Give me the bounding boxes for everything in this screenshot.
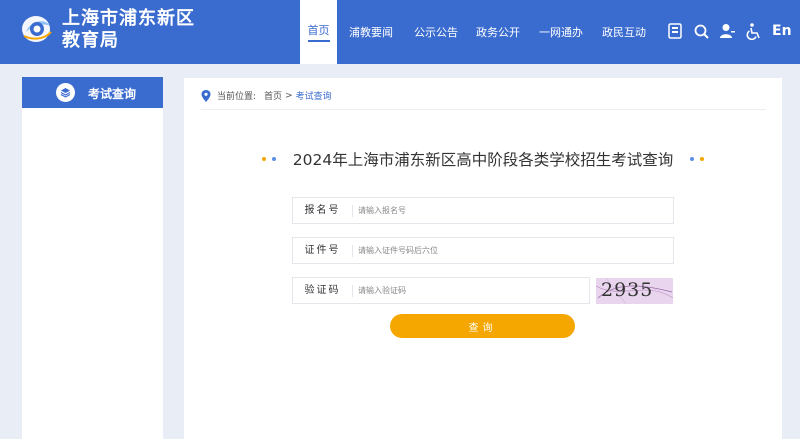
accessibility-icon[interactable]: [744, 20, 762, 42]
location-pin-icon: [201, 89, 211, 102]
title-dots-left: [259, 157, 279, 161]
breadcrumb-prefix: 当前位置:: [217, 92, 257, 102]
id-number-label: 证件号: [293, 244, 353, 257]
nav-interaction[interactable]: 政民互动: [593, 0, 655, 64]
title-dots-right: [687, 157, 707, 161]
nav-government-affairs[interactable]: 政务公开: [467, 0, 529, 64]
brand-line1: 上海市浦东新区: [62, 8, 195, 29]
layers-icon: [56, 83, 75, 102]
dot-orange: [261, 157, 266, 161]
dot-blue: [690, 157, 695, 161]
captcha-text: 2935: [601, 279, 654, 301]
nav-government-affairs-label: 政务公开: [476, 26, 520, 39]
barrier-free-icon[interactable]: [666, 20, 684, 42]
bureau-logo-icon[interactable]: [20, 10, 54, 44]
site-brand[interactable]: 上海市浦东新区 教育局: [62, 8, 195, 52]
nav-home-label: 首页: [307, 22, 330, 42]
dot-orange: [700, 157, 705, 161]
main-content: 当前位置: 首页 > 考试查询 2024年上海市浦东新区高中阶段各类学校招生考试…: [184, 78, 782, 439]
captcha-label: 验证码: [293, 284, 353, 297]
nav-home[interactable]: 首页: [300, 0, 337, 64]
sidebar-title: 考试查询: [88, 87, 137, 101]
registration-number-field: 报名号: [292, 197, 674, 224]
brand-line2: 教育局: [62, 30, 119, 51]
header-tools: En: [666, 20, 792, 42]
site-header: 上海市浦东新区 教育局 首页 浦教要闻 公示公告 政务公开 一网通办 政民互动 …: [0, 0, 800, 64]
registration-number-input[interactable]: [353, 198, 673, 223]
captcha-field: 验证码: [292, 277, 590, 304]
dot-blue: [271, 157, 276, 161]
breadcrumb-home[interactable]: 首页: [264, 89, 282, 102]
search-icon[interactable]: [692, 20, 710, 42]
captcha-input[interactable]: [353, 278, 589, 303]
nav-news[interactable]: 浦教要闻: [337, 0, 405, 64]
nav-announcements[interactable]: 公示公告: [405, 0, 467, 64]
user-icon[interactable]: [718, 20, 736, 42]
nav-one-stop-service[interactable]: 一网通办: [529, 0, 593, 64]
id-number-input[interactable]: [353, 238, 673, 263]
language-switch[interactable]: En: [772, 23, 792, 39]
nav-news-label: 浦教要闻: [349, 26, 393, 39]
breadcrumb-separator: >: [285, 90, 293, 101]
breadcrumb: 当前位置: 首页 > 考试查询: [201, 88, 766, 110]
sidebar: 考试查询: [22, 77, 163, 439]
page-title: 2024年上海市浦东新区高中阶段各类学校招生考试查询: [292, 151, 674, 169]
breadcrumb-current[interactable]: 考试查询: [296, 89, 332, 102]
nav-announcements-label: 公示公告: [414, 26, 458, 39]
title-row: 2024年上海市浦东新区高中阶段各类学校招生考试查询: [184, 148, 782, 170]
sidebar-item-exam-query[interactable]: 考试查询: [22, 77, 163, 108]
registration-number-label: 报名号: [293, 204, 353, 217]
query-button[interactable]: 查询: [390, 314, 575, 338]
nav-one-stop-service-label: 一网通办: [539, 26, 583, 39]
main-nav: 首页 浦教要闻 公示公告 政务公开 一网通办 政民互动: [300, 0, 655, 64]
captcha-image[interactable]: 2935: [596, 278, 673, 304]
nav-interaction-label: 政民互动: [602, 26, 646, 39]
id-number-field: 证件号: [292, 237, 674, 264]
